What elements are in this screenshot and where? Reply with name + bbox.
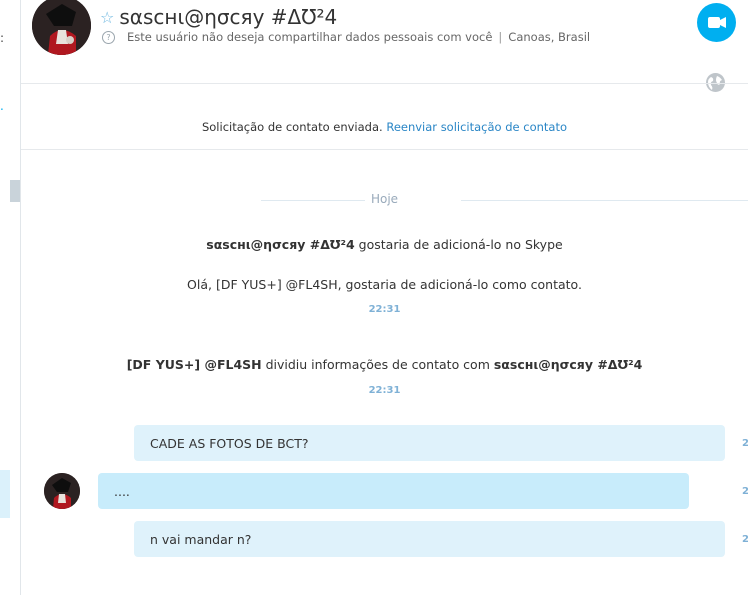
help-icon[interactable]: ? (102, 30, 115, 44)
banner-divider (21, 149, 748, 150)
sender-avatar[interactable] (44, 473, 80, 509)
event-timestamp: 22:31 (368, 385, 401, 396)
event-action: gostaria de adicioná-lo no Skype (354, 237, 563, 252)
message-timestamp: 2 (742, 486, 748, 497)
day-label: Hoje (364, 192, 405, 206)
contact-title: ☆ sαscнι@ησcяу #ΔƱ²4 (100, 4, 337, 30)
event-target: sαscнι@ησcяу #ΔƱ²4 (493, 357, 643, 372)
header-divider (21, 83, 748, 84)
privacy-note: Este usuário não deseja compartilhar dad… (127, 30, 493, 44)
message-bubble-outgoing[interactable]: CADE AS FOTOS DE BCT? (134, 425, 725, 461)
message-bubble-incoming[interactable]: .... (98, 473, 689, 509)
message-text: CADE AS FOTOS DE BCT? (150, 435, 309, 451)
event-action: dividiu informações de contato com (261, 357, 494, 372)
contact-subtitle: ? Este usuário não deseja compartilhar d… (102, 30, 590, 44)
event-timestamp: 22:31 (368, 304, 401, 315)
message-timestamp: 2 (742, 534, 748, 545)
message-text: n vai mandar n? (150, 531, 252, 547)
rail-mark: . (0, 99, 4, 113)
sidebar-scrollbar[interactable] (10, 180, 20, 202)
contact-request-banner: Solicitação de contato enviada. Reenviar… (21, 120, 748, 134)
sidebar-selected-item[interactable] (0, 470, 10, 518)
message-text: .... (114, 483, 130, 499)
system-event: sαscнι@ησcяу #ΔƱ²4 gostaria de adicioná-… (21, 237, 748, 252)
video-call-button[interactable] (697, 3, 736, 42)
day-separator: Hoje (21, 192, 748, 208)
star-icon[interactable]: ☆ (100, 8, 114, 27)
contact-location: Canoas, Brasil (508, 30, 591, 44)
contact-name: sαscнι@ησcяу #ΔƱ²4 (119, 5, 338, 29)
message-bubble-outgoing[interactable]: n vai mandar n? (134, 521, 725, 557)
separator: | (498, 30, 503, 44)
rail-mark: : (0, 31, 5, 45)
message-timestamp: 2 (742, 438, 748, 449)
system-event-message: Olá, [DF YUS+] @FL4SH, gostaria de adici… (187, 277, 582, 292)
video-call-icon (708, 17, 726, 28)
event-sender: [DF YUS+] @FL4SH (126, 357, 262, 372)
resend-request-link[interactable]: Reenviar solicitação de contato (386, 120, 567, 134)
request-sent-text: Solicitação de contato enviada. (201, 120, 383, 134)
system-event: [DF YUS+] @FL4SH dividiu informações de … (21, 357, 748, 372)
event-sender: sαscнι@ησcяу #ΔƱ²4 (206, 237, 355, 252)
contact-avatar[interactable] (32, 0, 91, 55)
sidebar-rail: : . (0, 0, 21, 595)
